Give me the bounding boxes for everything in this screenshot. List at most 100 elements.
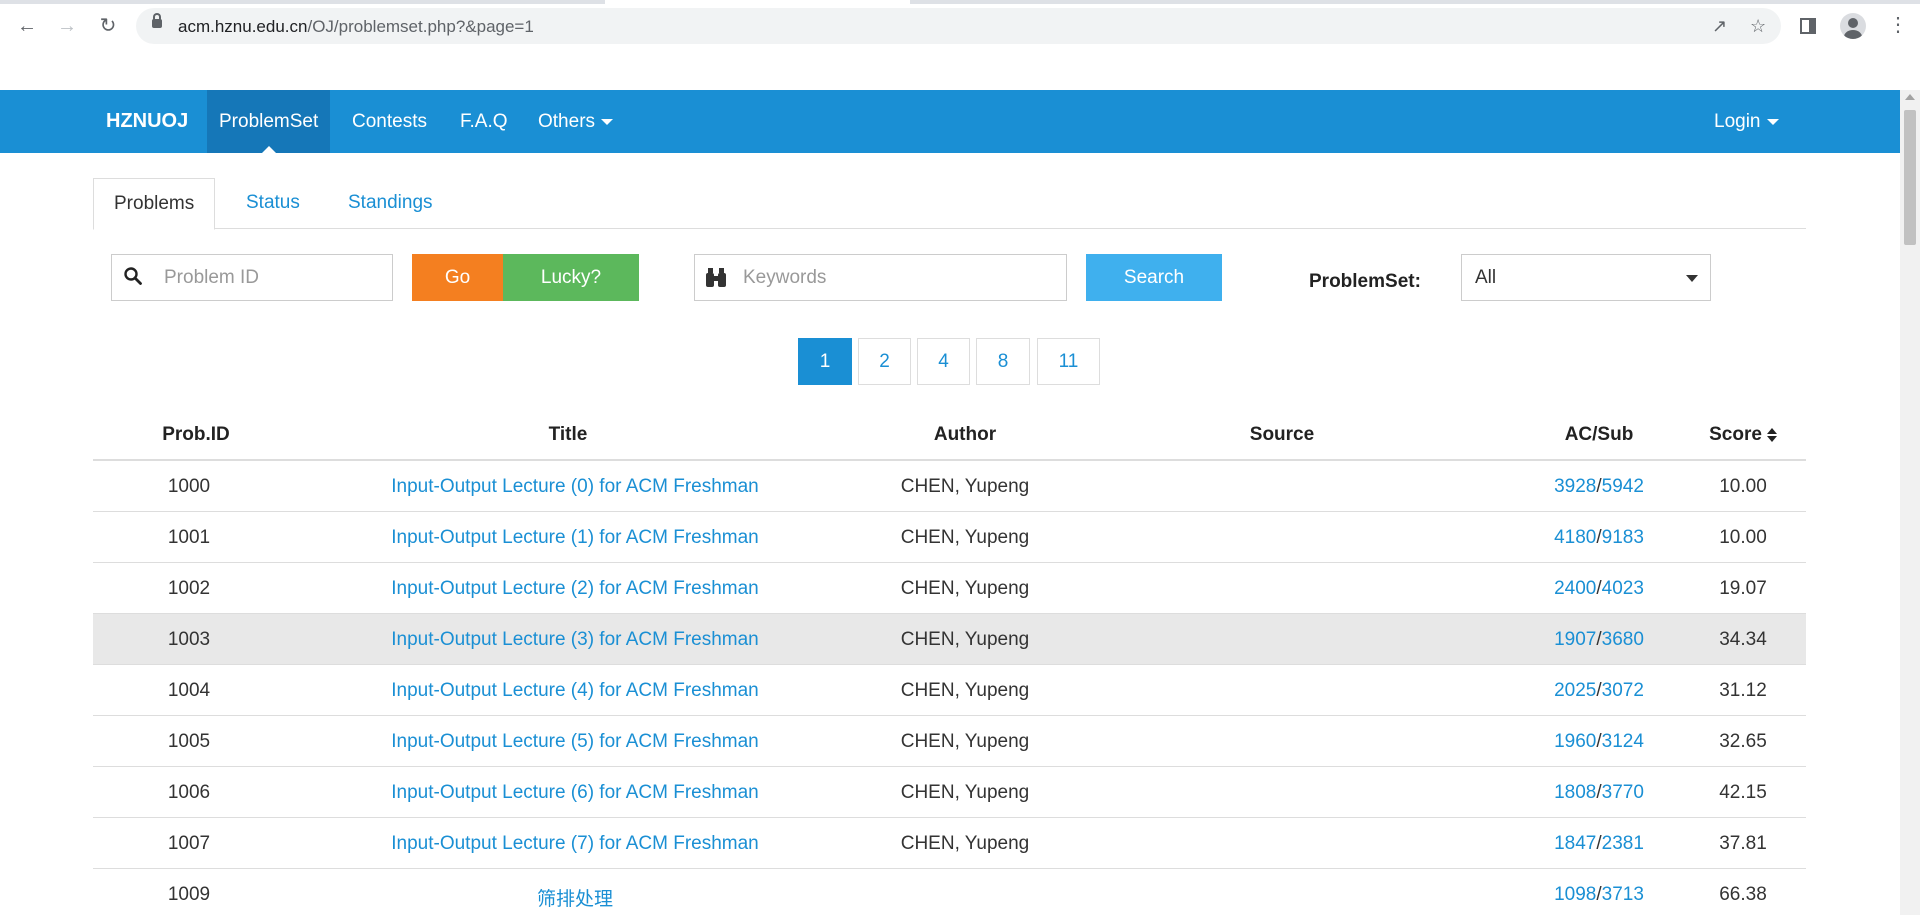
nav-faq[interactable]: F.A.Q [448,90,520,153]
table-row: 1000 Input-Output Lecture (0) for ACM Fr… [93,461,1806,512]
submit-count-link[interactable]: 9183 [1602,527,1644,548]
problem-title-link[interactable]: Input-Output Lecture (4) for ACM Freshma… [275,680,875,702]
column-header-score[interactable]: Score [1698,424,1788,446]
acsub-cell: 1808/3770 [1554,782,1644,803]
page-link-11[interactable]: 11 [1037,338,1100,385]
problem-id-cell: 1006 [167,782,211,803]
ac-count-link[interactable]: 4180 [1554,527,1596,548]
submit-count-link[interactable]: 2381 [1602,833,1644,854]
browser-tab-edge [910,0,1920,4]
login-dropdown[interactable]: Login [1702,90,1791,153]
column-header-author[interactable]: Author [865,424,1065,446]
scroll-up-arrow-icon[interactable] [1905,94,1915,100]
search-button[interactable]: Search [1086,254,1222,301]
url-text[interactable]: acm.hznu.edu.cn/OJ/problemset.php?&page=… [178,17,534,37]
ac-count-link[interactable]: 1098 [1554,884,1596,905]
problemset-selected-value: All [1475,267,1497,288]
acsub-cell: 1907/3680 [1554,629,1644,650]
problem-title-link[interactable]: Input-Output Lecture (5) for ACM Freshma… [275,731,875,753]
problem-title-link[interactable]: Input-Output Lecture (6) for ACM Freshma… [275,782,875,804]
problem-id-cell: 1005 [167,731,211,752]
tab-status[interactable]: Status [226,178,320,229]
problem-id-input[interactable] [164,255,384,300]
ac-count-link[interactable]: 1808 [1554,782,1596,803]
problem-title-link[interactable]: Input-Output Lecture (3) for ACM Freshma… [275,629,875,651]
problemset-select[interactable]: All [1461,254,1711,301]
tab-problems[interactable]: Problems [93,178,216,230]
score-cell: 34.34 [1719,629,1767,650]
table-row: 1004 Input-Output Lecture (4) for ACM Fr… [93,665,1806,716]
side-panel-icon[interactable] [1800,18,1816,34]
ac-count-link[interactable]: 1960 [1554,731,1596,752]
author-cell: CHEN, Yupeng [900,476,1030,497]
lucky-button[interactable]: Lucky? [503,254,639,301]
table-row: 1007 Input-Output Lecture (7) for ACM Fr… [93,818,1806,869]
submit-count-link[interactable]: 5942 [1602,476,1644,497]
caret-down-icon [1766,118,1779,125]
nav-problemset[interactable]: ProblemSet [207,90,331,153]
brand-logo[interactable]: HZNUOJ [106,110,188,133]
submit-count-link[interactable]: 3124 [1602,731,1644,752]
back-icon[interactable]: ← [15,14,39,38]
browser-tab-edge [0,0,605,4]
table-row: 1002 Input-Output Lecture (2) for ACM Fr… [93,563,1806,614]
column-header-source[interactable]: Source [1182,424,1382,446]
nav-others-dropdown[interactable]: Others [526,90,625,153]
url-path: /OJ/problemset.php?&page=1 [307,17,534,36]
table-row: 1001 Input-Output Lecture (1) for ACM Fr… [93,512,1806,563]
page-link-1[interactable]: 1 [798,338,852,385]
score-cell: 32.65 [1719,731,1767,752]
ac-count-link[interactable]: 2025 [1554,680,1596,701]
problem-title-link[interactable]: Input-Output Lecture (0) for ACM Freshma… [275,476,875,498]
menu-kebab-icon[interactable]: ⋮ [1888,12,1908,37]
author-cell: CHEN, Yupeng [900,782,1030,803]
ac-count-link[interactable]: 1847 [1554,833,1596,854]
profile-avatar-icon[interactable] [1840,13,1866,39]
sort-icon[interactable] [1766,427,1777,442]
keywords-field[interactable] [694,254,1067,301]
ac-count-link[interactable]: 3928 [1554,476,1596,497]
submit-count-link[interactable]: 3680 [1602,629,1644,650]
table-row: 1006 Input-Output Lecture (6) for ACM Fr… [93,767,1806,818]
problem-title-link[interactable]: Input-Output Lecture (2) for ACM Freshma… [275,578,875,600]
problem-title-link[interactable]: 筛排处理 [275,884,875,911]
problem-title-link[interactable]: Input-Output Lecture (1) for ACM Freshma… [275,527,875,549]
problem-id-field[interactable] [111,254,393,301]
ac-count-link[interactable]: 2400 [1554,578,1596,599]
lock-icon[interactable] [152,13,162,28]
column-header-id[interactable]: Prob.ID [146,424,246,446]
ac-count-link[interactable]: 1907 [1554,629,1596,650]
problem-title-link[interactable]: Input-Output Lecture (7) for ACM Freshma… [275,833,875,855]
problem-id-cell: 1009 [167,884,211,905]
nav-contests[interactable]: Contests [340,90,439,153]
score-cell: 10.00 [1719,527,1767,548]
page-link-8[interactable]: 8 [976,338,1030,385]
address-bar[interactable]: acm.hznu.edu.cn/OJ/problemset.php?&page=… [136,8,1781,44]
table-row: 1003 Input-Output Lecture (3) for ACM Fr… [93,614,1806,665]
nav-others-label: Others [538,111,596,132]
column-header-title[interactable]: Title [468,424,668,446]
page-link-4[interactable]: 4 [917,338,970,385]
column-header-acsub[interactable]: AC/Sub [1549,424,1649,446]
reload-icon[interactable]: ↻ [96,14,120,38]
page-link-2[interactable]: 2 [858,338,911,385]
bookmark-star-icon[interactable]: ☆ [1750,16,1766,37]
scroll-thumb[interactable] [1904,110,1916,245]
acsub-cell: 2025/3072 [1554,680,1644,701]
tab-standings-label: Standings [348,192,433,213]
keywords-input[interactable] [743,255,1053,300]
tab-problems-label: Problems [114,193,195,214]
site-navbar: HZNUOJ ProblemSet Contests F.A.Q Others … [0,90,1900,153]
problem-id-cell: 1000 [167,476,211,497]
tab-standings[interactable]: Standings [328,178,453,229]
share-icon[interactable]: ↗ [1712,16,1727,37]
go-button[interactable]: Go [412,254,503,301]
submit-count-link[interactable]: 3770 [1602,782,1644,803]
submit-count-link[interactable]: 4023 [1602,578,1644,599]
forward-icon[interactable]: → [55,14,79,38]
tab-status-label: Status [246,192,300,213]
submit-count-link[interactable]: 3713 [1602,884,1644,905]
caret-down-icon [601,118,614,125]
page-scrollbar[interactable] [1900,90,1920,915]
submit-count-link[interactable]: 3072 [1602,680,1644,701]
